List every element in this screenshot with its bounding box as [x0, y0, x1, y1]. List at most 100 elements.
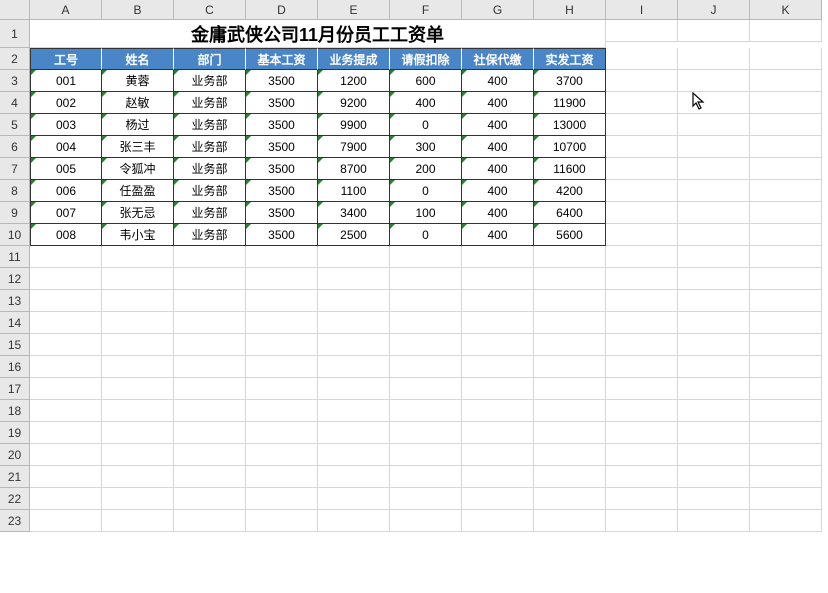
sheet-title[interactable]: 金庸武侠公司11月份员工工资单: [30, 20, 606, 48]
empty-cell[interactable]: [462, 312, 534, 334]
empty-cell[interactable]: [678, 488, 750, 510]
table-cell[interactable]: 002: [30, 92, 102, 114]
empty-cell[interactable]: [678, 422, 750, 444]
table-header[interactable]: 姓名: [102, 48, 174, 70]
empty-cell[interactable]: [102, 378, 174, 400]
empty-cell[interactable]: [606, 312, 678, 334]
empty-cell[interactable]: [30, 422, 102, 444]
empty-cell[interactable]: [318, 312, 390, 334]
empty-cell[interactable]: [606, 48, 678, 70]
table-cell[interactable]: 杨过: [102, 114, 174, 136]
table-cell[interactable]: 10700: [534, 136, 606, 158]
empty-cell[interactable]: [30, 444, 102, 466]
empty-cell[interactable]: [462, 466, 534, 488]
empty-cell[interactable]: [678, 268, 750, 290]
empty-cell[interactable]: [390, 400, 462, 422]
table-cell[interactable]: 3500: [246, 70, 318, 92]
empty-cell[interactable]: [678, 466, 750, 488]
empty-cell[interactable]: [174, 422, 246, 444]
empty-cell[interactable]: [246, 334, 318, 356]
empty-cell[interactable]: [750, 510, 822, 532]
empty-cell[interactable]: [30, 268, 102, 290]
empty-cell[interactable]: [750, 114, 822, 136]
empty-cell[interactable]: [174, 378, 246, 400]
empty-cell[interactable]: [246, 356, 318, 378]
table-cell[interactable]: 3700: [534, 70, 606, 92]
corner-cell[interactable]: [0, 0, 30, 20]
table-cell[interactable]: 400: [462, 70, 534, 92]
empty-cell[interactable]: [30, 466, 102, 488]
empty-cell[interactable]: [390, 268, 462, 290]
table-cell[interactable]: 9900: [318, 114, 390, 136]
empty-cell[interactable]: [606, 70, 678, 92]
empty-cell[interactable]: [102, 400, 174, 422]
empty-cell[interactable]: [750, 290, 822, 312]
empty-cell[interactable]: [390, 488, 462, 510]
table-cell[interactable]: 400: [462, 202, 534, 224]
empty-cell[interactable]: [102, 312, 174, 334]
table-cell[interactable]: 0: [390, 180, 462, 202]
table-cell[interactable]: 100: [390, 202, 462, 224]
empty-cell[interactable]: [750, 158, 822, 180]
row-header-19[interactable]: 19: [0, 422, 30, 444]
empty-cell[interactable]: [246, 466, 318, 488]
empty-cell[interactable]: [174, 400, 246, 422]
table-cell[interactable]: 业务部: [174, 180, 246, 202]
empty-cell[interactable]: [678, 158, 750, 180]
table-cell[interactable]: 001: [30, 70, 102, 92]
table-cell[interactable]: 400: [462, 136, 534, 158]
empty-cell[interactable]: [750, 378, 822, 400]
empty-cell[interactable]: [534, 378, 606, 400]
empty-cell[interactable]: [318, 334, 390, 356]
empty-cell[interactable]: [534, 334, 606, 356]
table-cell[interactable]: 3400: [318, 202, 390, 224]
table-cell[interactable]: 400: [390, 92, 462, 114]
table-header[interactable]: 业务提成: [318, 48, 390, 70]
empty-cell[interactable]: [30, 400, 102, 422]
empty-cell[interactable]: [750, 400, 822, 422]
empty-cell[interactable]: [318, 400, 390, 422]
empty-cell[interactable]: [174, 334, 246, 356]
empty-cell[interactable]: [678, 92, 750, 114]
table-cell[interactable]: 1100: [318, 180, 390, 202]
empty-cell[interactable]: [606, 202, 678, 224]
empty-cell[interactable]: [534, 268, 606, 290]
empty-cell[interactable]: [246, 444, 318, 466]
empty-cell[interactable]: [318, 268, 390, 290]
empty-cell[interactable]: [30, 356, 102, 378]
empty-cell[interactable]: [462, 246, 534, 268]
empty-cell[interactable]: [318, 290, 390, 312]
empty-cell[interactable]: [606, 334, 678, 356]
empty-cell[interactable]: [102, 488, 174, 510]
row-header-6[interactable]: 6: [0, 136, 30, 158]
empty-cell[interactable]: [750, 246, 822, 268]
empty-cell[interactable]: [606, 466, 678, 488]
empty-cell[interactable]: [390, 444, 462, 466]
empty-cell[interactable]: [750, 92, 822, 114]
empty-cell[interactable]: [606, 444, 678, 466]
row-header-2[interactable]: 2: [0, 48, 30, 70]
empty-cell[interactable]: [174, 444, 246, 466]
empty-cell[interactable]: [750, 334, 822, 356]
empty-cell[interactable]: [750, 466, 822, 488]
empty-cell[interactable]: [102, 334, 174, 356]
empty-cell[interactable]: [606, 356, 678, 378]
col-header-I[interactable]: I: [606, 0, 678, 20]
row-header-1[interactable]: 1: [0, 20, 30, 48]
table-cell[interactable]: 400: [462, 114, 534, 136]
empty-cell[interactable]: [390, 466, 462, 488]
empty-cell[interactable]: [534, 444, 606, 466]
empty-cell[interactable]: [174, 290, 246, 312]
empty-cell[interactable]: [678, 180, 750, 202]
table-cell[interactable]: 200: [390, 158, 462, 180]
empty-cell[interactable]: [462, 268, 534, 290]
col-header-B[interactable]: B: [102, 0, 174, 20]
table-cell[interactable]: 400: [462, 180, 534, 202]
empty-cell[interactable]: [390, 422, 462, 444]
empty-cell[interactable]: [606, 290, 678, 312]
row-header-4[interactable]: 4: [0, 92, 30, 114]
empty-cell[interactable]: [462, 290, 534, 312]
empty-cell[interactable]: [678, 334, 750, 356]
empty-cell[interactable]: [102, 422, 174, 444]
empty-cell[interactable]: [390, 290, 462, 312]
